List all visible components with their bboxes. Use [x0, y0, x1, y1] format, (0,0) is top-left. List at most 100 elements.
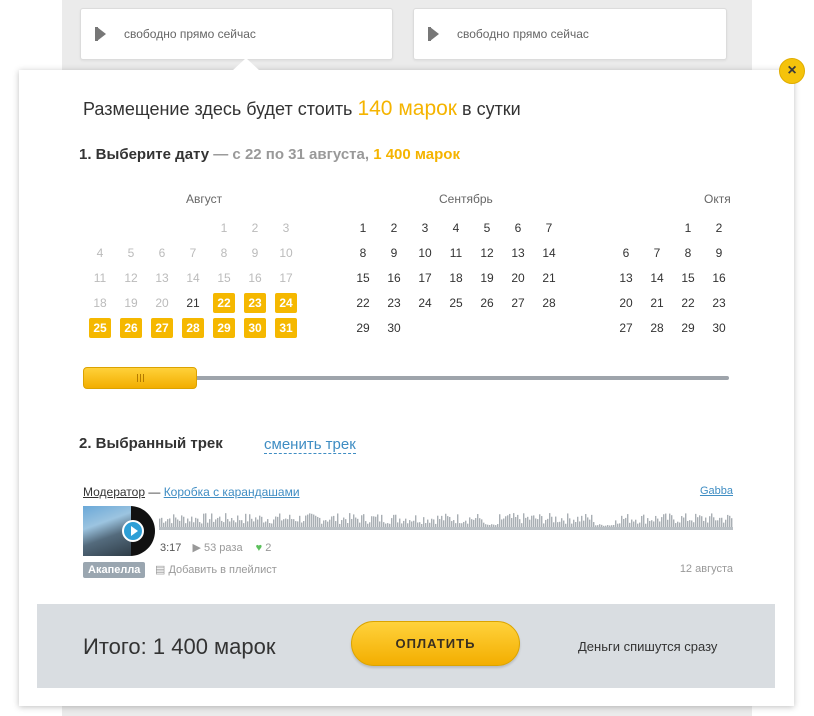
calendar-day[interactable]: 23: [708, 293, 730, 313]
pay-button[interactable]: ОПЛАТИТЬ: [351, 621, 520, 666]
calendar-day: 17: [279, 271, 293, 285]
calendar-day[interactable]: 19: [476, 268, 498, 288]
calendar-day[interactable]: 6: [507, 218, 529, 238]
calendar-day[interactable]: 15: [677, 268, 699, 288]
add-playlist-label: Добавить в плейлист: [168, 564, 277, 576]
track-title-link[interactable]: Коробка с карандашами: [164, 485, 300, 499]
calendar-day[interactable]: 2: [708, 218, 730, 238]
artist-link[interactable]: Модератор: [83, 485, 145, 499]
calendar-day[interactable]: 2: [383, 218, 405, 238]
label-link[interactable]: Gabba: [700, 485, 733, 497]
calendar-day[interactable]: 22: [677, 293, 699, 313]
grip-icon: [136, 374, 138, 382]
calendar-day[interactable]: 24: [414, 293, 436, 313]
calendar-day[interactable]: 22: [352, 293, 374, 313]
calendar-day[interactable]: 18: [445, 268, 467, 288]
calendar-day[interactable]: 8: [677, 243, 699, 263]
calendar-day: 7: [189, 246, 197, 260]
play-icon: [428, 27, 439, 41]
calendar-day[interactable]: 29: [677, 318, 699, 338]
calendar-day: 19: [124, 296, 138, 310]
calendar-day[interactable]: 10: [414, 243, 436, 263]
calendar-day[interactable]: 23: [244, 293, 266, 313]
calendar-day[interactable]: 20: [615, 293, 637, 313]
headline-prefix: Размещение здесь будет стоить: [83, 99, 358, 119]
genre-tag[interactable]: Акапелла: [83, 562, 146, 578]
calendar-day[interactable]: 7: [646, 243, 668, 263]
calendar-day[interactable]: 29: [213, 318, 235, 338]
calendar-day[interactable]: 21: [646, 293, 668, 313]
daily-price: 140 марок: [357, 97, 457, 120]
calendar-day[interactable]: 15: [352, 268, 374, 288]
calendar-day[interactable]: 16: [708, 268, 730, 288]
calendar-day[interactable]: 27: [151, 318, 173, 338]
calendar-day[interactable]: 30: [383, 318, 405, 338]
calendar-day[interactable]: 13: [615, 268, 637, 288]
ad-slot-2[interactable]: свободно прямо сейчас: [413, 8, 727, 60]
calendar-day[interactable]: 5: [476, 218, 498, 238]
add-to-playlist[interactable]: ▤ Добавить в плейлист: [155, 563, 277, 576]
month-name: Октябрь: [704, 192, 730, 206]
calendar-day: 1: [220, 221, 228, 235]
calendar-day[interactable]: 4: [445, 218, 467, 238]
calendar-day: 9: [251, 246, 259, 260]
calendar-day[interactable]: 14: [646, 268, 668, 288]
calendar-day[interactable]: 9: [708, 243, 730, 263]
calendar-day[interactable]: 6: [615, 243, 637, 263]
calendar-day[interactable]: 27: [507, 293, 529, 313]
calendar-day[interactable]: 28: [538, 293, 560, 313]
heart-icon[interactable]: ♥: [256, 542, 263, 554]
calendar-day[interactable]: 8: [352, 243, 374, 263]
calendar-day: 10: [279, 246, 293, 260]
calendar-day[interactable]: 12: [476, 243, 498, 263]
calendar-day: 16: [248, 271, 262, 285]
modal-pointer: [232, 58, 260, 71]
calendar-day[interactable]: 23: [383, 293, 405, 313]
calendar-day[interactable]: 31: [275, 318, 297, 338]
calendar-day[interactable]: 13: [507, 243, 529, 263]
calendar: Август 1 2 3 4 5 6 7 8 9 10 11 12 13 14 15 16 17 18 19 20 21 2…: [80, 185, 730, 365]
calendar-day[interactable]: 28: [182, 318, 204, 338]
play-button[interactable]: [122, 520, 144, 542]
calendar-day[interactable]: 21: [182, 293, 204, 313]
upload-date: 12 августа: [679, 563, 733, 575]
calendar-day[interactable]: 1: [677, 218, 699, 238]
calendar-day: 8: [220, 246, 228, 260]
calendar-day[interactable]: 29: [352, 318, 374, 338]
calendar-day[interactable]: 22: [213, 293, 235, 313]
headline-suffix: в сутки: [457, 99, 521, 119]
calendar-day[interactable]: 21: [538, 268, 560, 288]
calendar-day[interactable]: 28: [646, 318, 668, 338]
calendar-day[interactable]: 17: [414, 268, 436, 288]
calendar-day[interactable]: 14: [538, 243, 560, 263]
slider-handle[interactable]: [83, 367, 197, 389]
calendar-day[interactable]: 1: [352, 218, 374, 238]
ad-slot-1[interactable]: свободно прямо сейчас: [80, 8, 393, 60]
calendar-day: 5: [127, 246, 135, 260]
calendar-day[interactable]: 9: [383, 243, 405, 263]
calendar-day: 3: [282, 221, 290, 235]
calendar-day: 6: [158, 246, 166, 260]
waveform[interactable]: [159, 510, 733, 532]
calendar-day[interactable]: 26: [120, 318, 142, 338]
calendar-day[interactable]: 27: [615, 318, 637, 338]
calendar-day[interactable]: 16: [383, 268, 405, 288]
calendar-day[interactable]: 25: [89, 318, 111, 338]
price-headline: Размещение здесь будет стоить 140 марок …: [83, 97, 521, 121]
calendar-day[interactable]: 26: [476, 293, 498, 313]
plays-icon: ▶: [192, 542, 201, 554]
like-count: 2: [265, 542, 272, 554]
calendar-day[interactable]: 25: [445, 293, 467, 313]
calendar-day[interactable]: 11: [445, 243, 467, 263]
calendar-day[interactable]: 7: [538, 218, 560, 238]
grip-icon: [142, 374, 144, 382]
change-track-link[interactable]: сменить трек: [264, 436, 356, 454]
total-label: Итого: 1 400 марок: [83, 634, 276, 659]
calendar-day[interactable]: 3: [414, 218, 436, 238]
close-button[interactable]: ×: [779, 58, 805, 84]
calendar-day[interactable]: 20: [507, 268, 529, 288]
calendar-day[interactable]: 30: [244, 318, 266, 338]
calendar-day[interactable]: 24: [275, 293, 297, 313]
calendar-day[interactable]: 30: [708, 318, 730, 338]
calendar-day: 11: [93, 271, 107, 285]
